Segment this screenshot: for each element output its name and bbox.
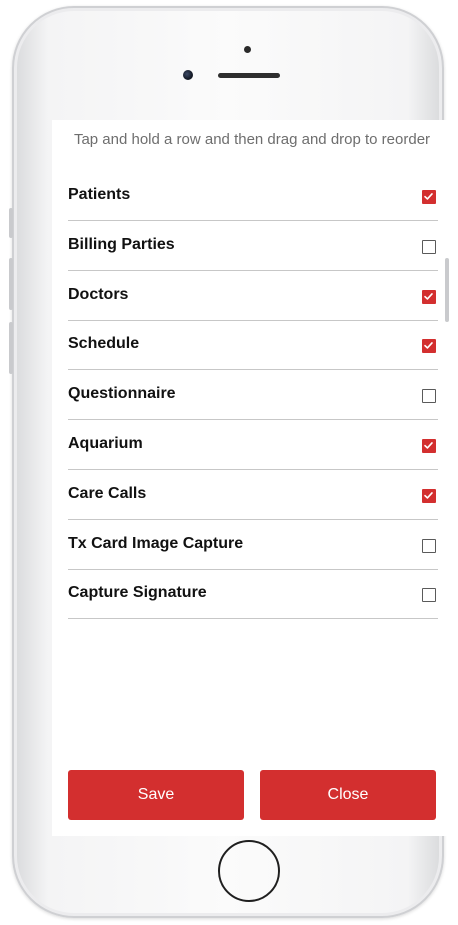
- save-button[interactable]: Save: [68, 770, 244, 820]
- list-item-label: Aquarium: [68, 435, 143, 452]
- list-item[interactable]: Doctors: [68, 272, 438, 321]
- list-item-label: Capture Signature: [68, 584, 207, 602]
- proximity-sensor: [244, 46, 251, 53]
- checkbox-unchecked-icon[interactable]: [422, 239, 436, 254]
- checkbox-checked-icon[interactable]: [422, 488, 436, 503]
- list-item[interactable]: Capture Signature: [68, 570, 438, 620]
- home-button[interactable]: [218, 840, 280, 902]
- list-item[interactable]: Patients: [68, 172, 438, 221]
- list-item-label: Doctors: [68, 285, 129, 303]
- phone-frame: Tap and hold a row and then drag and dro…: [12, 6, 452, 918]
- list-item-label: Schedule: [68, 335, 140, 353]
- list-item-label: Tx Card Image Capture: [68, 534, 244, 552]
- list-item[interactable]: Aquarium: [68, 421, 438, 470]
- volume-up-button: [9, 258, 13, 310]
- list-item-label: Care Calls: [68, 484, 147, 502]
- list-item[interactable]: Billing Parties: [68, 222, 438, 271]
- checkbox-unchecked-icon[interactable]: [422, 389, 436, 404]
- list-item-label: Patients: [68, 186, 131, 203]
- list-item[interactable]: Care Calls: [68, 471, 438, 520]
- list-item-label: Questionnaire: [68, 385, 176, 403]
- reorder-instruction: Tap and hold a row and then drag and dro…: [73, 131, 431, 148]
- list-item[interactable]: Questionnaire: [68, 371, 438, 421]
- checkbox-unchecked-icon[interactable]: [422, 588, 436, 603]
- mute-switch: [9, 208, 13, 238]
- checkbox-checked-icon[interactable]: [422, 190, 436, 204]
- list-item-label: Billing Parties: [68, 235, 175, 253]
- close-button[interactable]: Close: [260, 770, 436, 820]
- power-button: [445, 258, 449, 322]
- list-item[interactable]: Tx Card Image Capture: [68, 521, 438, 570]
- screen: Tap and hold a row and then drag and dro…: [52, 120, 452, 836]
- list-item[interactable]: Schedule: [68, 321, 438, 371]
- front-camera: [183, 70, 193, 80]
- checkbox-checked-icon[interactable]: [422, 289, 436, 304]
- checkbox-checked-icon[interactable]: [422, 439, 436, 453]
- checkbox-checked-icon[interactable]: [422, 339, 436, 354]
- checkbox-unchecked-icon[interactable]: [422, 538, 436, 553]
- volume-down-button: [9, 322, 13, 374]
- earpiece-speaker: [218, 73, 280, 78]
